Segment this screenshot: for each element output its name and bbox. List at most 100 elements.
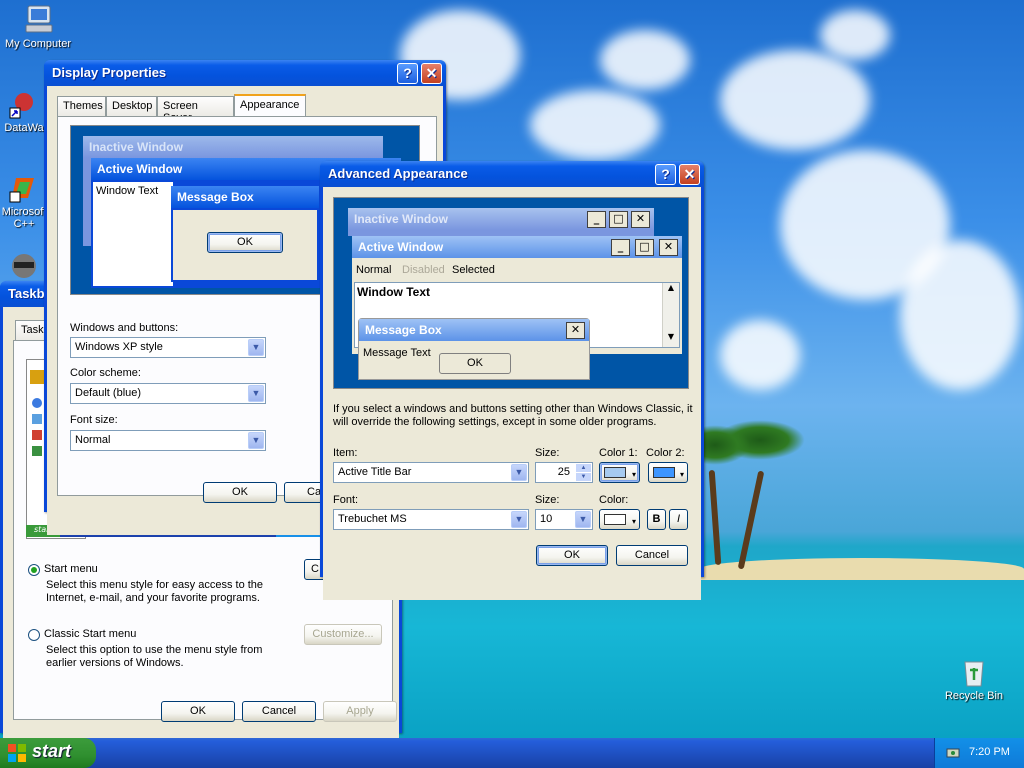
minimize-icon: _: [587, 211, 606, 228]
button-label: Cancel: [634, 549, 670, 561]
italic-icon: I: [676, 513, 681, 525]
preview-ok-button: OK: [439, 353, 511, 374]
italic-toggle[interactable]: I: [669, 509, 688, 530]
maximize-icon: □: [635, 239, 654, 256]
preview-message-box-body: OK: [173, 210, 317, 280]
spin-up-icon[interactable]: ▲: [576, 464, 591, 472]
preview-message-box: Message Box ✕ Message Text OK: [358, 318, 590, 380]
scroll-up-icon: ▲: [667, 283, 675, 292]
windows-buttons-label: Windows and buttons:: [70, 322, 179, 334]
select-value: Windows XP style: [75, 341, 163, 353]
item-select[interactable]: Active Title Bar ▼: [333, 462, 529, 483]
chevron-down-icon: ▾: [679, 470, 684, 479]
select-value: Trebuchet MS: [338, 513, 407, 525]
ok-button[interactable]: OK: [536, 545, 608, 566]
tab-themes[interactable]: Themes: [57, 96, 106, 116]
font-size-select[interactable]: Normal ▼: [70, 430, 266, 451]
start-menu-option-label[interactable]: Start menu: [44, 563, 98, 575]
clock[interactable]: 7:20 PM: [969, 746, 1010, 758]
ok-button[interactable]: OK: [161, 701, 235, 722]
preview-window-text: Window Text: [357, 285, 430, 299]
window-title: Display Properties: [52, 65, 167, 80]
select-value: Default (blue): [75, 387, 142, 399]
customize-classic-button[interactable]: Customize...: [304, 624, 382, 645]
cancel-button[interactable]: Cancel: [242, 701, 316, 722]
computer-icon: [22, 4, 54, 36]
preview-inactive-title: Inactive Window: [83, 136, 383, 158]
button-label: OK: [237, 236, 253, 248]
preview-menu-disabled: Disabled: [402, 264, 445, 276]
color-scheme-select[interactable]: Default (blue) ▼: [70, 383, 266, 404]
button-label: C: [311, 563, 319, 575]
color2-swatch: [653, 467, 675, 478]
color2-label: Color 2:: [646, 447, 685, 459]
window-titlebar[interactable]: Display Properties ? ✕: [44, 60, 446, 86]
taskbar: start 7:20 PM: [0, 738, 1024, 768]
tab-desktop[interactable]: Desktop: [106, 96, 157, 116]
color1-picker[interactable]: ▾: [599, 462, 640, 483]
spin-down-icon[interactable]: ▼: [576, 473, 591, 481]
preview-message-text: Message Text: [363, 347, 431, 359]
bold-toggle[interactable]: B: [647, 509, 666, 530]
start-button[interactable]: start: [0, 738, 96, 768]
cloud: [530, 90, 660, 160]
button-label: Cancel: [261, 705, 297, 717]
ok-button[interactable]: OK: [203, 482, 277, 503]
help-button[interactable]: ?: [655, 164, 676, 185]
help-icon: ?: [403, 65, 412, 81]
desktop-icon-label: Recycle Bin: [944, 690, 1004, 702]
size-spinner[interactable]: 25 ▲ ▼: [535, 462, 593, 483]
preview-menu-selected: Selected: [452, 264, 495, 276]
help-button[interactable]: ?: [397, 63, 418, 84]
palm-tree: [737, 470, 765, 570]
bold-icon: B: [652, 513, 661, 525]
font-color-swatch: [604, 514, 626, 525]
tab-appearance[interactable]: Appearance: [234, 94, 306, 116]
chevron-down-icon: ▼: [248, 339, 264, 356]
button-label: OK: [190, 705, 206, 717]
cloud: [720, 320, 800, 390]
tab-label: Themes: [63, 100, 103, 112]
windows-buttons-select[interactable]: Windows XP style ▼: [70, 337, 266, 358]
color1-swatch: [604, 467, 626, 478]
desktop-icon-microsoft-cpp[interactable]: Microsoft C++: [0, 172, 48, 230]
button-label: Customize...: [312, 628, 374, 640]
chevron-down-icon: ▼: [511, 511, 527, 528]
window-titlebar[interactable]: Advanced Appearance ? ✕: [320, 161, 704, 187]
chevron-down-icon: ▼: [248, 432, 264, 449]
system-tray: 7:20 PM: [934, 738, 1024, 768]
preview-item-icon: [32, 414, 42, 424]
cancel-button[interactable]: Cancel: [616, 545, 688, 566]
font-size-select[interactable]: 10 ▼: [535, 509, 593, 530]
info-text: If you select a windows and buttons sett…: [333, 403, 693, 428]
select-value: 10: [540, 513, 553, 525]
font-color-label: Color:: [599, 494, 629, 506]
classic-start-menu-radio[interactable]: [28, 629, 40, 641]
advanced-appearance-window[interactable]: Advanced Appearance ? ✕ Inactive Window …: [320, 161, 704, 600]
font-color-picker[interactable]: ▾: [599, 509, 640, 530]
close-icon: ✕: [659, 239, 678, 256]
desktop-icon-my-computer[interactable]: My Computer: [0, 4, 76, 50]
tray-icon[interactable]: [945, 745, 961, 761]
raccoon-icon: [8, 250, 40, 282]
color1-label: Color 1:: [599, 447, 638, 459]
recycle-bin-icon: [958, 656, 990, 688]
close-button[interactable]: ✕: [421, 63, 442, 84]
visual-cpp-icon: [8, 172, 40, 204]
desktop-icon-raccoon[interactable]: [0, 250, 48, 284]
close-button[interactable]: ✕: [679, 164, 700, 185]
classic-option-label[interactable]: Classic Start menu: [44, 628, 136, 640]
tab-screen-saver[interactable]: Screen Saver: [157, 96, 234, 124]
tab-label: Desktop: [112, 100, 153, 112]
desktop-icon-recycle-bin[interactable]: Recycle Bin: [936, 656, 1012, 702]
desktop-icon-datawa[interactable]: DataWa: [0, 88, 48, 134]
chevron-down-icon: ▼: [248, 385, 264, 402]
font-select[interactable]: Trebuchet MS ▼: [333, 509, 529, 530]
desktop-icon-label: DataWa: [4, 122, 44, 134]
close-icon: ✕: [566, 322, 585, 339]
minimize-icon: _: [611, 239, 630, 256]
color2-picker[interactable]: ▾: [648, 462, 688, 483]
start-menu-radio[interactable]: [28, 564, 40, 576]
apply-button[interactable]: Apply: [323, 701, 397, 722]
cloud: [820, 10, 890, 60]
